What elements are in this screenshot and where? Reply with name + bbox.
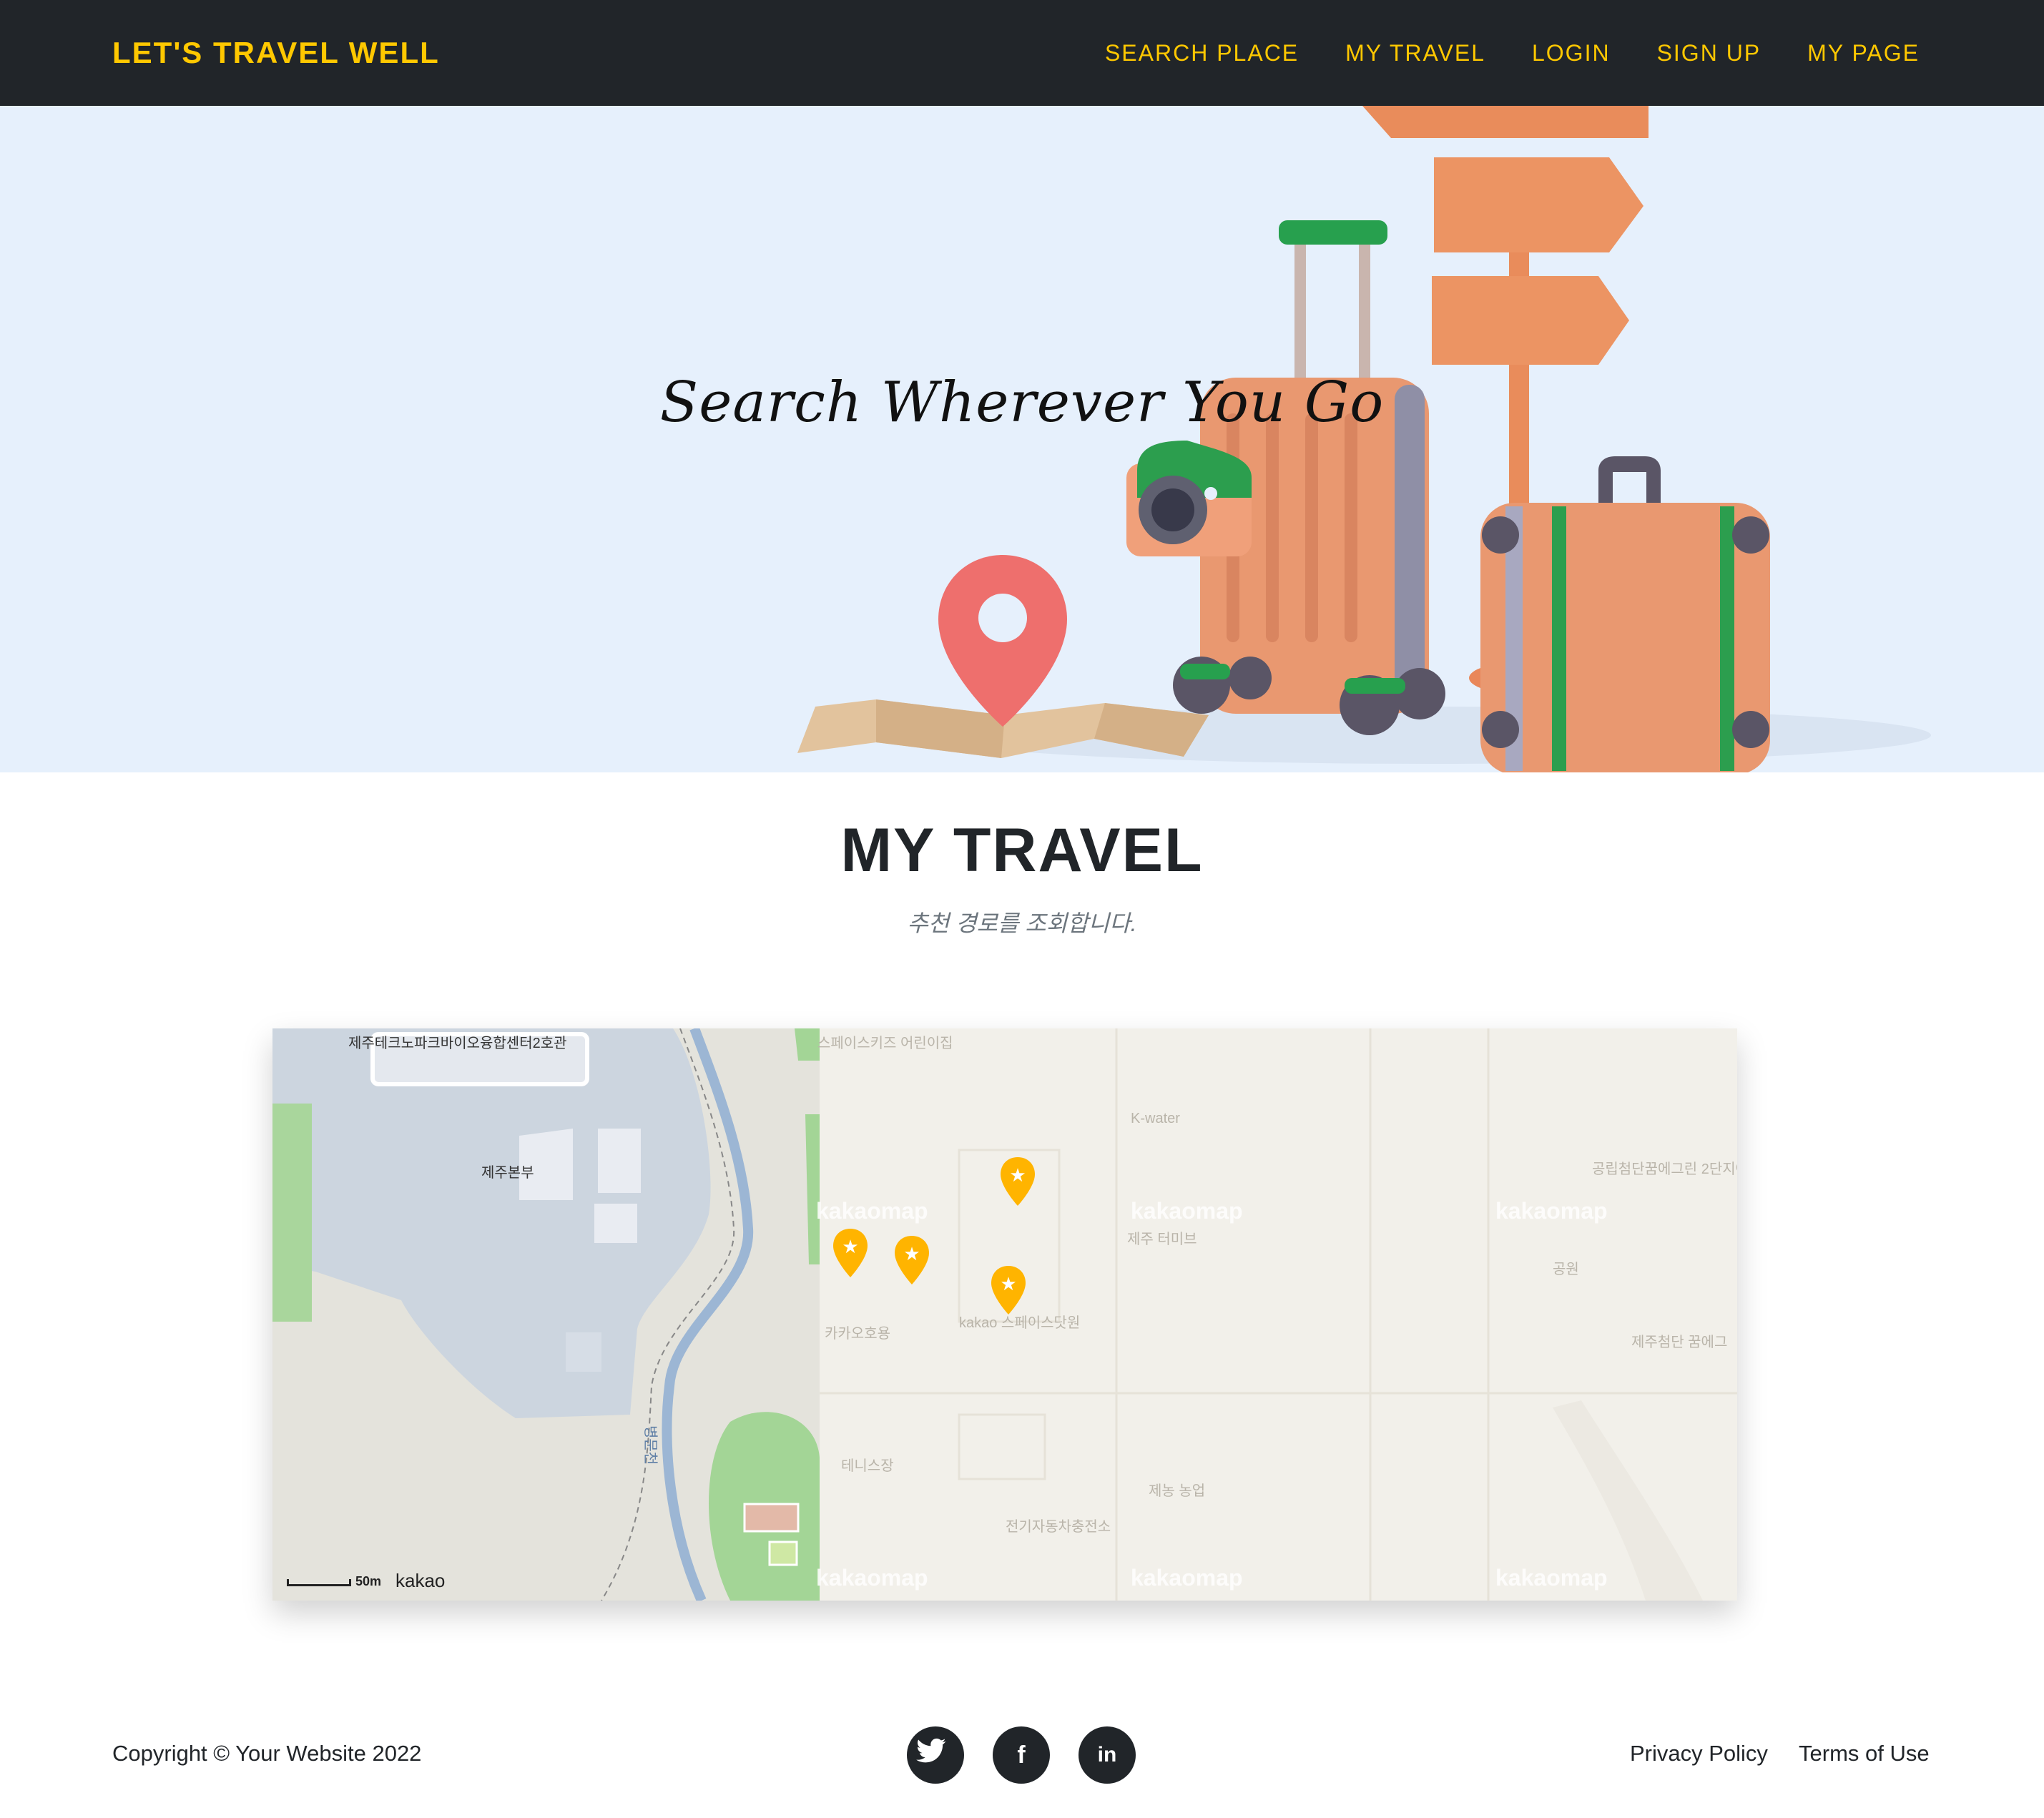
nav-link-my-page[interactable]: MY PAGE (1807, 31, 1920, 74)
nav-link-search-place[interactable]: SEARCH PLACE (1105, 31, 1299, 74)
map-label-terminal: 제주 터미브 (1127, 1232, 1197, 1247)
map-label-kids: 스페이스키즈 어린이집 (817, 1036, 953, 1051)
privacy-policy-link[interactable]: Privacy Policy (1630, 1741, 1768, 1767)
facebook-button[interactable]: f (993, 1726, 1050, 1784)
star-map-pin-icon[interactable]: ★ (832, 1227, 869, 1279)
kakao-logo[interactable]: kakao (395, 1570, 445, 1592)
map-watermark: kakaomap (816, 1565, 928, 1591)
map-watermark: kakaomap (1495, 1565, 1608, 1591)
svg-text:★: ★ (1000, 1273, 1016, 1294)
section-heading: MY TRAVEL (840, 816, 1204, 885)
camera-icon (1126, 441, 1252, 556)
linkedin-icon: in (1097, 1743, 1117, 1767)
terms-of-use-link[interactable]: Terms of Use (1799, 1741, 1930, 1767)
kakao-map[interactable]: 제주테크노파크바이오융합센터2호관 제주본부 스페이스키즈 어린이집 K-wat… (272, 1028, 1737, 1601)
map-label-kwater: K-water (1131, 1111, 1180, 1126)
map-label-charging: 전기자동차충전소 (1006, 1519, 1111, 1535)
map-watermark: kakaomap (1131, 1198, 1243, 1224)
brand-logo[interactable]: LET'S TRAVEL WELL (112, 31, 440, 74)
map-label-park: 공원 (1553, 1262, 1579, 1277)
small-suitcase-icon (1480, 456, 1770, 772)
linkedin-button[interactable]: in (1078, 1726, 1136, 1784)
nav-link-my-travel[interactable]: MY TRAVEL (1345, 31, 1485, 74)
svg-text:★: ★ (1009, 1164, 1026, 1186)
twitter-icon (916, 1738, 946, 1763)
map-watermark: kakaomap (1495, 1198, 1608, 1224)
map-label-farm: 제농 농업 (1149, 1483, 1206, 1499)
hero-illustration (797, 106, 1931, 772)
map-label-daycare: 카카오호용 (825, 1326, 890, 1342)
twitter-button[interactable] (907, 1726, 964, 1784)
nav-link-login[interactable]: LOGIN (1532, 31, 1611, 74)
star-map-pin-icon[interactable]: ★ (893, 1234, 930, 1286)
map-label-tennis: 테니스장 (841, 1458, 894, 1474)
svg-text:★: ★ (842, 1236, 858, 1257)
hero-banner: Search Wherever You Go (0, 106, 2044, 772)
nav-menu: SEARCH PLACE MY TRAVEL LOGIN SIGN UP MY … (1058, 31, 1920, 74)
map-scale-bar (287, 1579, 351, 1586)
map-label-apartment: 공립첨단꿈에그린 2단지어린이집 (1592, 1161, 1737, 1177)
map-label-jeju-park: 제주첨단 꿈에그 (1631, 1335, 1728, 1350)
map-watermark: kakaomap (816, 1198, 928, 1224)
map-label-hq: 제주본부 (481, 1165, 534, 1181)
hero-title: Search Wherever You Go (659, 370, 1385, 435)
location-pin-icon (938, 555, 1067, 727)
footer-copyright: Copyright © Your Website 2022 (112, 1741, 422, 1766)
section-subheading: 추천 경로를 조회합니다. (907, 910, 1137, 936)
nav-link-sign-up[interactable]: SIGN UP (1657, 31, 1762, 74)
navbar: LET'S TRAVEL WELL SEARCH PLACE MY TRAVEL… (0, 0, 2044, 106)
map-label-stream: 병문천 (642, 1425, 658, 1465)
map-watermark: kakaomap (1131, 1565, 1243, 1591)
svg-text:★: ★ (903, 1243, 920, 1264)
facebook-icon: f (1017, 1741, 1026, 1769)
map-scale-label: 50m (355, 1574, 382, 1588)
map-label-building: 제주테크노파크바이오융합센터2호관 (348, 1036, 567, 1051)
star-map-pin-icon[interactable]: ★ (999, 1156, 1036, 1207)
star-map-pin-icon[interactable]: ★ (990, 1264, 1027, 1316)
